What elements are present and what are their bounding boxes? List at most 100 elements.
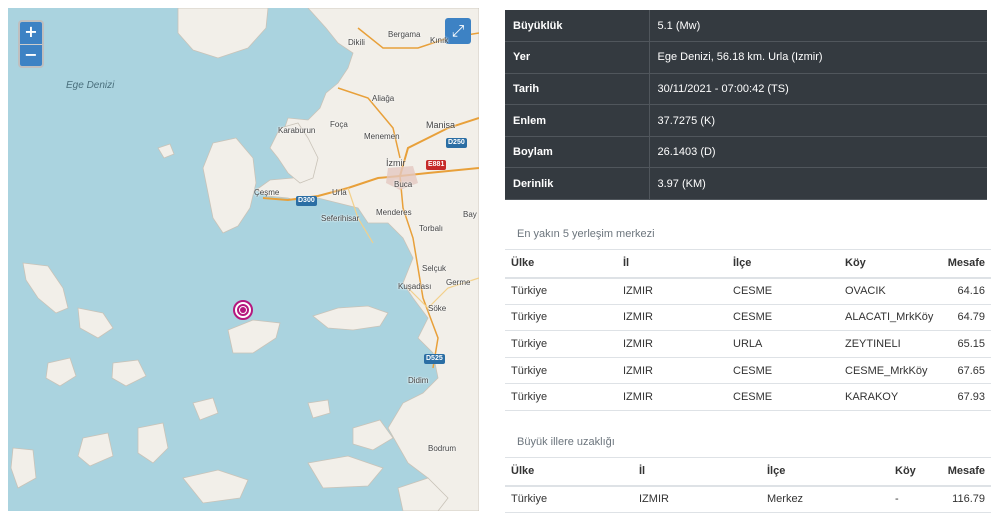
col-province: İl <box>633 457 761 487</box>
info-value: 5.1 (Mw) <box>649 10 987 43</box>
place-label: Urla <box>332 188 347 197</box>
cell-province: IZMIR <box>617 330 727 358</box>
cell-country: Türkiye <box>505 330 617 358</box>
col-district: İlçe <box>727 249 839 279</box>
cell-country: Türkiye <box>505 277 617 305</box>
info-value: 30/11/2021 - 07:00:42 (TS) <box>649 73 987 106</box>
info-key: Derinlik <box>505 167 650 201</box>
col-village: Köy <box>839 249 940 279</box>
cell-province: IZMIR <box>633 485 761 513</box>
place-label: Seferihisar <box>321 214 360 223</box>
cell-distance: 64.16 <box>939 277 991 305</box>
table-row: Türkiye IZMIR URLA ZEYTINELI 65.15 <box>505 330 991 358</box>
cell-distance: 67.93 <box>939 383 991 411</box>
cell-distance: 116.79 <box>929 485 991 513</box>
col-country: Ülke <box>505 457 633 487</box>
zoom-out-button[interactable]: − <box>20 44 42 66</box>
cell-village: ZEYTINELI <box>839 330 940 358</box>
info-key: Enlem <box>505 104 650 137</box>
place-label: Kuşadası <box>398 282 432 291</box>
cell-district: Merkez <box>761 485 889 513</box>
info-key: Boylam <box>505 136 650 169</box>
place-label: Buca <box>394 180 413 189</box>
cell-distance: 64.79 <box>939 304 991 332</box>
table-row: Türkiye IZMIR CESME KARAKOY 67.93 <box>505 383 991 411</box>
cell-district: CESME <box>727 383 839 411</box>
cell-village: ALACATI_MrkKöy <box>839 304 940 332</box>
table-row: Türkiye IZMIR CESME ALACATI_MrkKöy 64.79 <box>505 304 991 332</box>
cell-province: IZMIR <box>617 383 727 411</box>
cell-distance: 67.65 <box>939 357 991 385</box>
cell-district: CESME <box>727 277 839 305</box>
cell-country: Türkiye <box>505 304 617 332</box>
place-label: Bergama <box>388 30 421 39</box>
earthquake-info-table: Büyüklük 5.1 (Mw) Yer Ege Denizi, 56.18 km.… <box>505 10 987 201</box>
cell-district: CESME <box>727 304 839 332</box>
info-key: Yer <box>505 41 650 74</box>
zoom-in-button[interactable]: + <box>20 22 42 44</box>
cell-district: CESME <box>727 357 839 385</box>
info-key: Büyüklük <box>505 10 650 43</box>
nearest-settlements-title: En yakın 5 yerleşim merkezi <box>517 228 655 240</box>
place-label: Dikili <box>348 38 365 47</box>
table-row: Türkiye IZMIR Merkez -116.79 <box>505 485 991 513</box>
place-label: Karaburun <box>278 126 316 135</box>
info-value: Ege Denizi, 56.18 km. Urla (Izmir) <box>649 41 987 74</box>
road-shield-d250: D250 <box>446 138 467 148</box>
city-distances-table: Ülke İl İlçe Köy Mesafe Türkiye IZMIR Merk… <box>505 457 991 513</box>
place-label: Çeşme <box>254 188 280 197</box>
info-value: 3.97 (KM) <box>649 167 987 201</box>
table-row: Türkiye IZMIR CESME OVACIK 64.16 <box>505 277 991 305</box>
road-shield-d300: D300 <box>296 196 317 206</box>
place-label: Manisa <box>426 120 456 130</box>
zoom-control: + − <box>18 20 44 68</box>
road-shield-e881: E881 <box>426 160 447 170</box>
place-label: Menderes <box>376 208 412 217</box>
cell-province: IZMIR <box>617 304 727 332</box>
place-label: Aliağa <box>372 94 395 103</box>
info-row: Yer Ege Denizi, 56.18 km. Urla (Izmir) <box>505 41 987 74</box>
cell-district: URLA <box>727 330 839 358</box>
info-value: 37.7275 (K) <box>649 104 987 137</box>
info-row: Boylam 26.1403 (D) <box>505 136 987 169</box>
place-label: Selçuk <box>422 264 447 273</box>
place-label: Söke <box>428 304 447 313</box>
cell-province: IZMIR <box>617 357 727 385</box>
cell-province: IZMIR <box>617 277 727 305</box>
place-label: Bay <box>463 210 477 219</box>
place-label: Germe <box>446 278 471 287</box>
info-value: 26.1403 (D) <box>649 136 987 169</box>
cell-distance: 65.15 <box>939 330 991 358</box>
col-distance: Mesafe <box>939 249 991 279</box>
info-row: Derinlik 3.97 (KM) <box>505 167 987 201</box>
col-district: İlçe <box>761 457 889 487</box>
place-label: Menemen <box>364 132 400 141</box>
place-label: Bodrum <box>428 444 457 453</box>
col-distance: Mesafe <box>929 457 991 487</box>
place-label: Foça <box>330 120 348 129</box>
cell-village: KARAKOY <box>839 383 940 411</box>
fullscreen-icon[interactable]: ⤢ <box>445 18 471 44</box>
map-view[interactable]: + − ⤢ Ege Denizi Dikili Bergama Kınık Al… <box>8 8 479 511</box>
col-country: Ülke <box>505 249 617 279</box>
nearest-settlements-table: Ülke İl İlçe Köy Mesafe Türkiye IZMIR CESM… <box>505 249 991 411</box>
cell-country: Türkiye <box>505 485 633 513</box>
col-village: Köy <box>889 457 929 487</box>
cell-country: Türkiye <box>505 383 617 411</box>
cell-village: CESME_MrkKöy <box>839 357 940 385</box>
table-row: Türkiye IZMIR CESME CESME_MrkKöy 67.65 <box>505 357 991 385</box>
info-row: Tarih 30/11/2021 - 07:00:42 (TS) <box>505 73 987 106</box>
place-label: Kınık <box>430 36 449 45</box>
col-province: İl <box>617 249 727 279</box>
sea-label: Ege Denizi <box>66 80 115 91</box>
city-distances-title: Büyük illere uzaklığı <box>517 436 615 448</box>
earthquake-epicenter-marker[interactable] <box>233 300 253 320</box>
cell-village: - <box>889 485 929 513</box>
info-row: Enlem 37.7275 (K) <box>505 104 987 137</box>
place-label: İzmir <box>386 158 406 168</box>
place-label: Didim <box>408 376 429 385</box>
place-label: Torbalı <box>419 224 444 233</box>
cell-village: OVACIK <box>839 277 940 305</box>
cell-country: Türkiye <box>505 357 617 385</box>
road-shield-d525: D525 <box>424 354 445 364</box>
